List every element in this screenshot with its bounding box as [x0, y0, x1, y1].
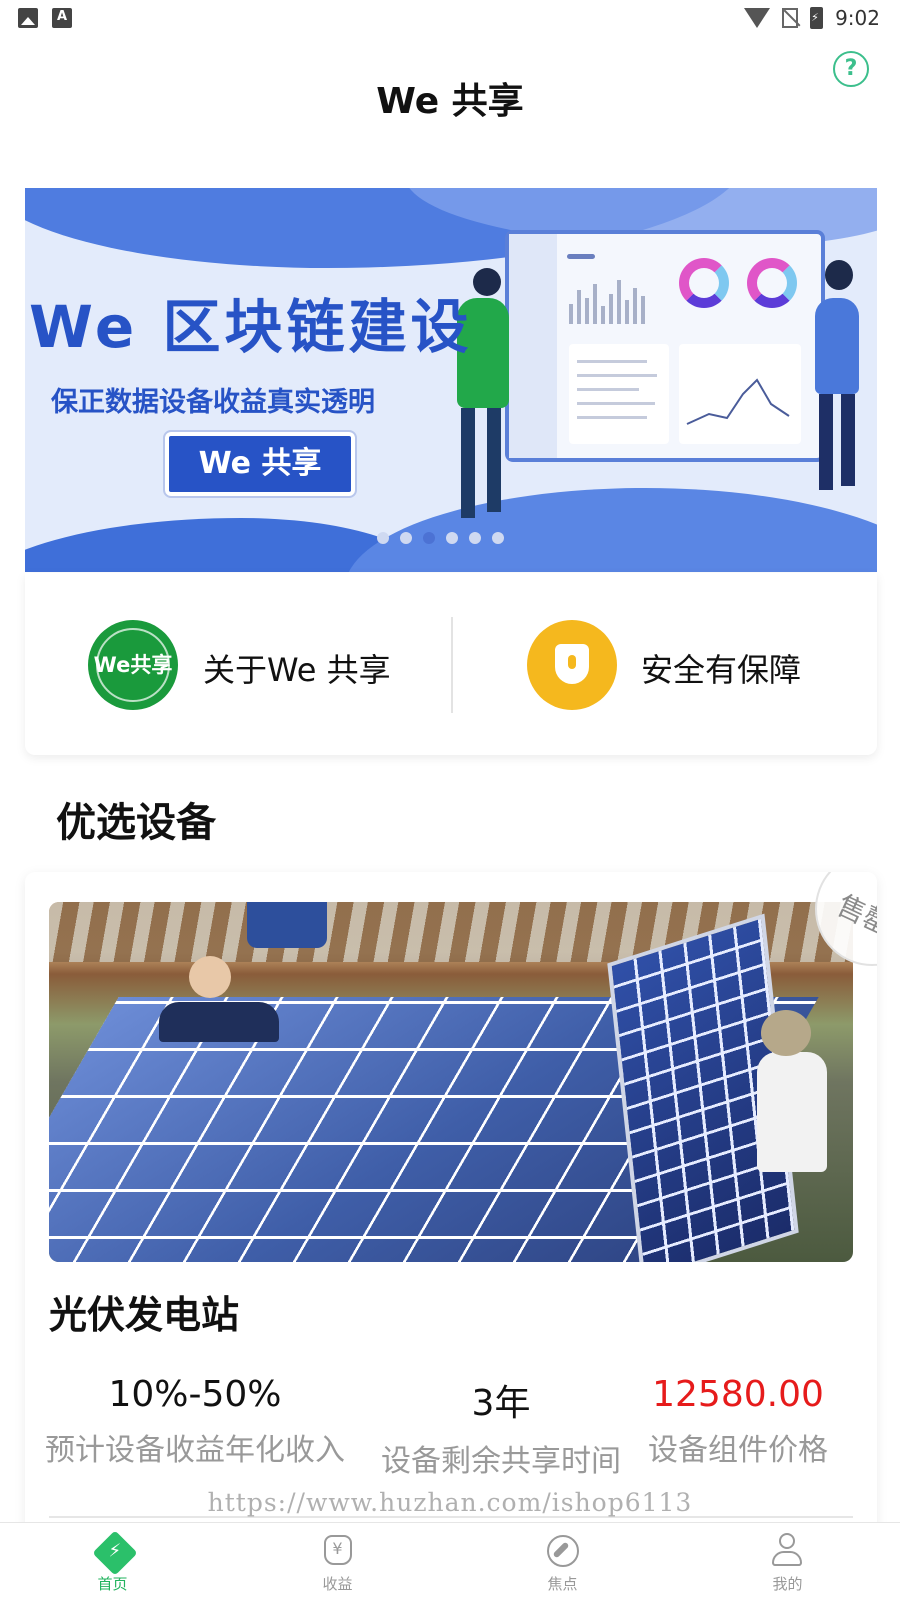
wifi-icon: [744, 8, 771, 28]
page-title: We 共享: [376, 81, 524, 122]
watermark: https://www.huzhan.com/ishop6113: [207, 1488, 693, 1517]
tab-label: 首页: [97, 1575, 128, 1593]
bottom-tab-bar: 首页 ¥ 收益 焦点 我的: [0, 1522, 900, 1601]
compass-icon: [546, 1535, 579, 1567]
stat-value: 10%-50%: [108, 1374, 282, 1415]
home-icon-wrap: [91, 1530, 138, 1576]
carousel-indicator[interactable]: [377, 532, 504, 544]
worker-figure: [757, 1052, 827, 1172]
tab-label: 我的: [772, 1575, 803, 1593]
tab-profile[interactable]: 我的: [675, 1523, 900, 1601]
info-card: We共享 关于We 共享 安全有保障: [25, 573, 877, 755]
tab-label: 焦点: [547, 1575, 578, 1593]
section-title: 优选设备: [56, 800, 216, 846]
illustration-person-leg: [819, 394, 833, 490]
user-icon-wrap: [770, 1533, 806, 1569]
illustration-donut-chart: [679, 258, 729, 308]
illustration-person: [815, 298, 859, 394]
banner-headline: We 区块链建设: [29, 293, 473, 361]
carousel-dot[interactable]: [446, 532, 458, 544]
worker-figure: [159, 1002, 279, 1042]
carousel-dot[interactable]: [492, 532, 504, 544]
stat-value: 3年: [471, 1383, 531, 1424]
carousel-dot[interactable]: [377, 532, 389, 544]
shield-icon: [555, 644, 589, 684]
stat-label: 预计设备收益年化收入: [45, 1433, 345, 1468]
illustration-sidebar: [509, 234, 557, 458]
battery-charging-icon: [810, 7, 824, 29]
illustration-donut-chart: [747, 258, 797, 308]
carousel-dot[interactable]: [400, 532, 412, 544]
money-bag-icon-wrap: ¥: [320, 1533, 356, 1569]
security-shield-icon[interactable]: [527, 620, 617, 710]
banner-subtitle: 保正数据设备收益真实透明: [51, 387, 375, 418]
status-indicators: 9:02: [744, 6, 880, 30]
stat-label: 设备剩余共享时间: [381, 1444, 621, 1479]
illustration-person-leg: [487, 408, 501, 512]
illustration-person-leg: [841, 394, 855, 486]
illustration-line-chart: [679, 344, 801, 444]
security-link[interactable]: 安全有保障: [641, 645, 801, 691]
status-bar: 9:02: [0, 0, 900, 36]
illustration-person-head: [825, 260, 853, 290]
illustration-bar: [567, 254, 595, 259]
status-notifications: [18, 8, 72, 28]
dashboard-illustration: [505, 230, 825, 462]
tab-label: 收益: [322, 1575, 353, 1593]
tab-home[interactable]: 首页: [0, 1523, 225, 1601]
stat-annual-yield: 10%-50% 预计设备收益年化收入: [45, 1374, 345, 1469]
help-icon[interactable]: ?: [833, 51, 869, 87]
illustration-person-head: [473, 268, 501, 296]
home-icon: [91, 1530, 138, 1576]
stat-price: 12580.00 设备组件价格: [613, 1374, 863, 1469]
worker-head: [189, 956, 231, 998]
illustration-person-leg: [461, 408, 475, 518]
carousel-dot[interactable]: [469, 532, 481, 544]
stat-label: 设备组件价格: [648, 1433, 828, 1468]
product-photo[interactable]: [49, 902, 853, 1262]
about-link[interactable]: 关于We 共享: [203, 645, 391, 691]
image-notification-icon: [18, 8, 38, 28]
product-card[interactable]: 售罄 光伏发电站 10%-50% 预计设备收益年化收入 3年 设备剩余共享时间 …: [25, 872, 877, 1532]
banner-wave-decoration: [345, 488, 877, 572]
product-name: 光伏发电站: [49, 1293, 240, 1337]
illustration-bar-chart: [569, 276, 665, 324]
stat-remaining-time: 3年 设备剩余共享时间: [351, 1374, 651, 1480]
user-icon: [770, 1533, 804, 1567]
sold-out-label: 售罄: [832, 888, 877, 943]
worker-hat: [761, 1010, 811, 1056]
tab-earnings[interactable]: ¥ 收益: [225, 1523, 450, 1601]
banner-button[interactable]: We 共享: [163, 430, 357, 498]
we-share-logo-icon[interactable]: We共享: [88, 620, 178, 710]
tab-focus[interactable]: 焦点: [450, 1523, 675, 1601]
money-bag-icon: ¥: [323, 1535, 352, 1565]
promo-banner[interactable]: We 区块链建设 保正数据设备收益真实透明 We 共享: [25, 188, 877, 572]
divider: [451, 617, 453, 713]
worker-figure: [247, 902, 327, 948]
compass-icon-wrap: [545, 1533, 581, 1569]
price-value: 12580.00: [652, 1374, 824, 1415]
illustration-text-panel: [569, 344, 669, 444]
no-sim-icon: [782, 8, 799, 28]
text-notification-icon: [52, 8, 72, 28]
carousel-dot-active[interactable]: [423, 532, 435, 544]
status-time: 9:02: [835, 6, 880, 30]
